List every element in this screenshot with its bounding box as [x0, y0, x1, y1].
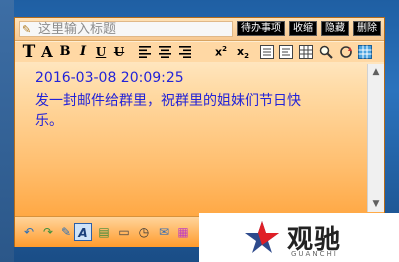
undo-icon[interactable]: ↶: [20, 223, 38, 241]
title-placeholder: 这里输入标题: [38, 22, 117, 37]
scroll-up-icon[interactable]: ▲: [368, 64, 384, 80]
todo-button[interactable]: 待办事项: [237, 21, 285, 36]
bold-button[interactable]: B: [57, 43, 73, 61]
italic-button[interactable]: I: [75, 43, 91, 61]
search-icon[interactable]: [319, 45, 333, 59]
align-center-icon[interactable]: [159, 46, 173, 58]
desktop-left-strip: [0, 0, 14, 262]
screen-icon[interactable]: ▭: [115, 223, 133, 241]
watermark-logo: 观驰 GUANCHI: [199, 213, 399, 262]
watermark-subtitle: GUANCHI: [291, 250, 338, 258]
superscript-icon[interactable]: x2: [215, 45, 227, 59]
note-body-line-1: 发一封邮件给群里，祝群里的姐妹们节日快: [35, 93, 301, 109]
underline-button[interactable]: U: [93, 43, 109, 61]
mail-icon[interactable]: ✉: [155, 223, 173, 241]
pencil-icon: ✎: [22, 23, 32, 36]
print-icon[interactable]: ▤: [95, 223, 113, 241]
subscript-icon[interactable]: x2: [237, 45, 249, 60]
font-style-icon[interactable]: T: [21, 43, 37, 61]
title-input[interactable]: ✎ 这里输入标题: [19, 21, 233, 37]
grid-icon[interactable]: [358, 45, 372, 59]
redo-icon[interactable]: ↷: [39, 223, 57, 241]
align-right-icon[interactable]: [179, 46, 193, 58]
note-content-editor[interactable]: 2016-03-08 20:09:25 发一封邮件给群里，祝群里的姐妹们节日快 …: [19, 64, 363, 214]
color-palette-icon[interactable]: ▦: [174, 223, 192, 241]
insert-list-icon[interactable]: [260, 45, 274, 59]
format-toolbar: T A B I U U x2 x2: [15, 42, 384, 62]
edit-icon[interactable]: ✎: [57, 223, 75, 241]
strikethrough-button[interactable]: U: [111, 43, 127, 61]
insert-table-icon[interactable]: [299, 45, 313, 59]
collapse-button[interactable]: 收缩: [289, 21, 317, 36]
bold-a-button[interactable]: A: [39, 43, 55, 61]
text-list-icon[interactable]: [279, 45, 293, 59]
note-body-line-2: 乐。: [35, 113, 63, 129]
star-logo-icon: [245, 221, 279, 253]
scroll-down-icon[interactable]: ▼: [368, 196, 384, 212]
note-titlebar: ✎ 这里输入标题 待办事项 收缩 隐藏 删除: [15, 18, 384, 41]
align-left-icon[interactable]: [139, 46, 153, 58]
clock-icon[interactable]: ◷: [135, 223, 153, 241]
hide-button[interactable]: 隐藏: [321, 21, 349, 36]
font-color-icon[interactable]: A: [74, 223, 92, 241]
delete-button[interactable]: 删除: [353, 21, 381, 36]
vertical-scrollbar[interactable]: ▲ ▼: [367, 64, 384, 212]
note-datetime: 2016-03-08 20:09:25: [35, 70, 184, 86]
refresh-icon[interactable]: [339, 45, 354, 59]
